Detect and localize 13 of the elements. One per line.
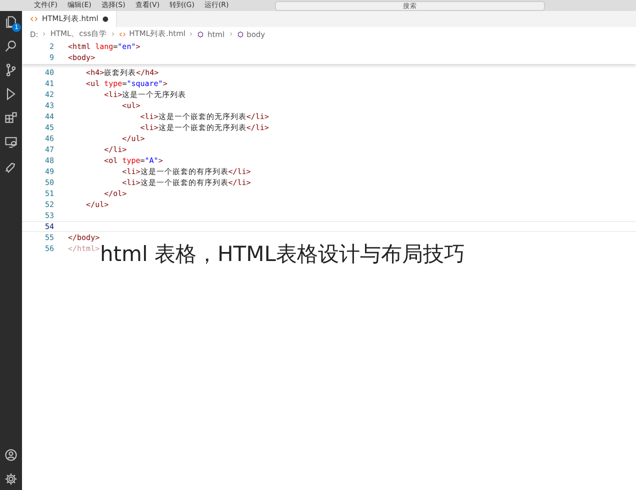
caption: html 表格，HTML表格设计与布局技巧 — [100, 241, 465, 268]
cube-icon[interactable] — [197, 30, 204, 38]
settings-icon[interactable] — [4, 472, 18, 486]
code-icon[interactable] — [119, 30, 126, 38]
extensions-icon[interactable] — [4, 111, 18, 125]
branch-icon[interactable] — [4, 63, 18, 77]
cube-icon[interactable] — [236, 30, 244, 38]
search-icon[interactable] — [4, 39, 18, 53]
files-icon[interactable] — [4, 15, 18, 29]
code-icon[interactable] — [30, 15, 38, 23]
play-bug-icon[interactable] — [4, 87, 18, 101]
account-icon[interactable] — [4, 448, 18, 462]
monitor-icon[interactable] — [4, 135, 18, 149]
